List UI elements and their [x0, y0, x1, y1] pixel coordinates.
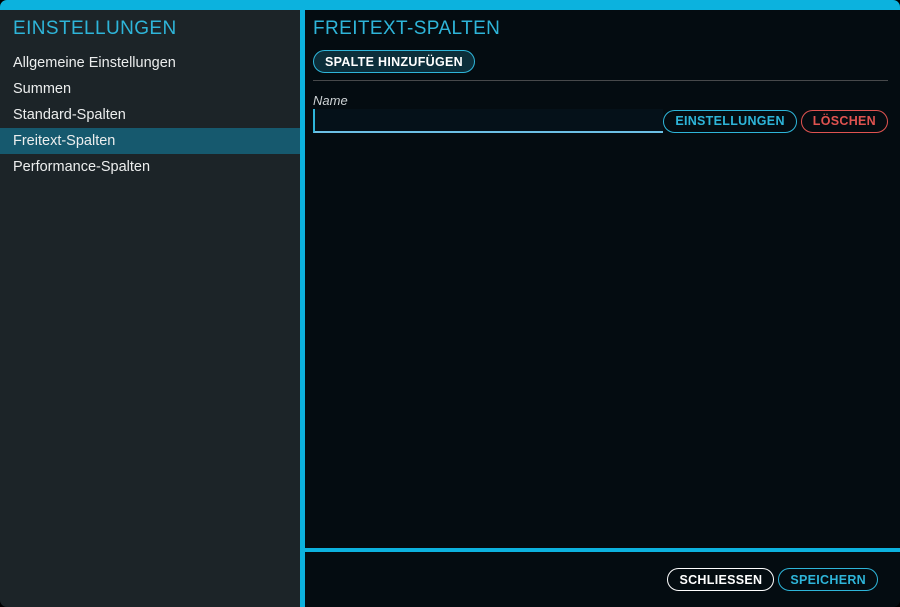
close-button[interactable]: SCHLIESSEN: [667, 568, 774, 591]
content-row: EINSTELLUNGEN Allgemeine Einstellungen S…: [0, 10, 900, 607]
name-label: Name: [313, 93, 888, 108]
sidebar-item-standard-spalten[interactable]: Standard-Spalten: [0, 102, 300, 128]
name-input[interactable]: [313, 109, 663, 133]
sidebar-item-performance-spalten[interactable]: Performance-Spalten: [0, 154, 300, 180]
page-title: FREITEXT-SPALTEN: [313, 18, 888, 40]
sidebar-nav: Allgemeine Einstellungen Summen Standard…: [0, 50, 300, 180]
add-column-button[interactable]: SPALTE HINZUFÜGEN: [313, 50, 475, 73]
sidebar-title: EINSTELLUNGEN: [0, 18, 300, 40]
column-row: EINSTELLUNGEN LÖSCHEN: [313, 109, 888, 133]
footer: SCHLIESSEN SPEICHERN: [305, 552, 900, 607]
column-settings-button[interactable]: EINSTELLUNGEN: [663, 110, 796, 133]
main-content: FREITEXT-SPALTEN SPALTE HINZUFÜGEN Name …: [305, 10, 900, 548]
top-accent-bar: [0, 0, 900, 10]
column-delete-button[interactable]: LÖSCHEN: [801, 110, 888, 133]
sidebar-item-summen[interactable]: Summen: [0, 76, 300, 102]
content-divider: [313, 80, 888, 81]
main-panel: FREITEXT-SPALTEN SPALTE HINZUFÜGEN Name …: [305, 10, 900, 607]
sidebar-item-freitext-spalten[interactable]: Freitext-Spalten: [0, 128, 300, 154]
save-button[interactable]: SPEICHERN: [778, 568, 878, 591]
sidebar-item-allgemeine-einstellungen[interactable]: Allgemeine Einstellungen: [0, 50, 300, 76]
settings-window: EINSTELLUNGEN Allgemeine Einstellungen S…: [0, 0, 900, 607]
column-row-buttons: EINSTELLUNGEN LÖSCHEN: [663, 110, 888, 133]
sidebar: EINSTELLUNGEN Allgemeine Einstellungen S…: [0, 10, 300, 607]
